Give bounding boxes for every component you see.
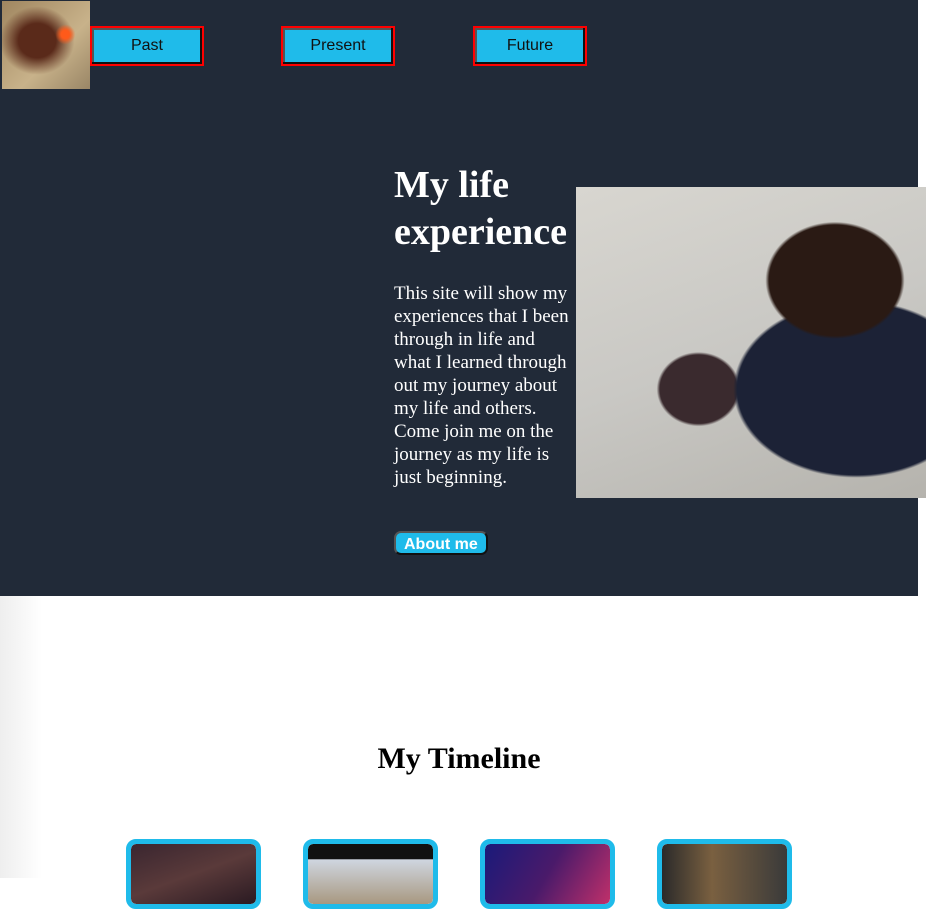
timeline-title: My Timeline (377, 742, 541, 775)
timeline-card[interactable] (480, 839, 615, 909)
hero-intro: This site will show my experiences that … (394, 282, 574, 489)
nav-present-button[interactable]: Present (281, 26, 395, 66)
timeline-image (485, 844, 610, 904)
intro-text-2: Come join me on the journey as my life i… (394, 421, 554, 488)
intro-text: This site will show my experiences that … (394, 283, 569, 419)
timeline-image (308, 844, 433, 904)
timeline-image (131, 844, 256, 904)
timeline-card[interactable] (657, 839, 792, 909)
nav-future-button[interactable]: Future (473, 26, 587, 66)
nav-past-button[interactable]: Past (90, 26, 204, 66)
about-me-button[interactable]: About me (394, 531, 488, 555)
timeline-card[interactable] (126, 839, 261, 909)
page-shadow (0, 596, 42, 878)
hero-title: My life experience (394, 164, 568, 253)
timeline-card[interactable] (303, 839, 438, 909)
hero-photo (576, 187, 926, 498)
timeline-image (662, 844, 787, 904)
logo-image (2, 1, 90, 89)
